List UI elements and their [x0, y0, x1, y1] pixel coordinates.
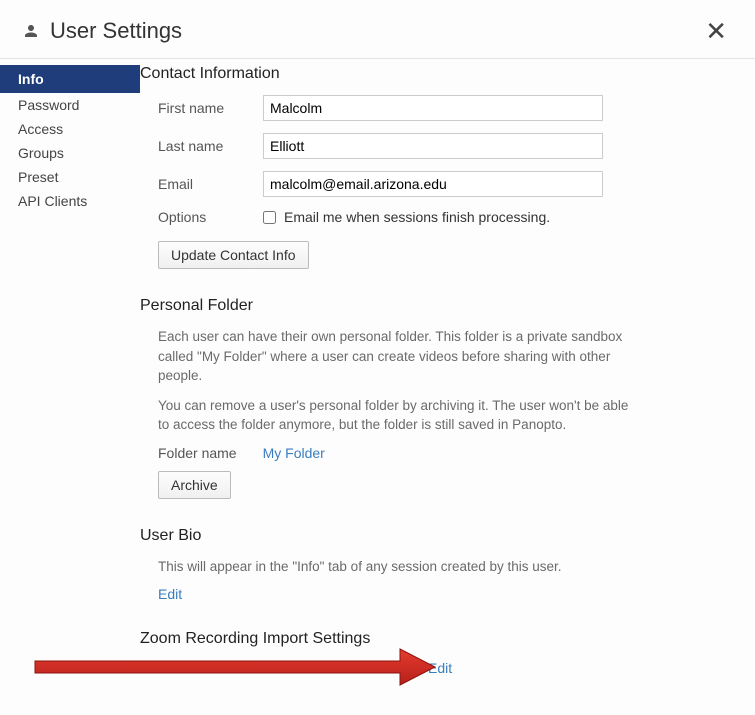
user-bio-edit-link[interactable]: Edit: [158, 586, 182, 602]
zoom-title: Zoom Recording Import Settings: [140, 630, 725, 648]
last-name-label: Last name: [158, 138, 263, 154]
archive-button[interactable]: Archive: [158, 471, 231, 499]
email-label: Email: [158, 176, 263, 192]
header-left: User Settings: [22, 18, 182, 44]
email-input[interactable]: [263, 171, 603, 197]
personal-folder-section: Personal Folder Each user can have their…: [140, 297, 725, 499]
folder-name-link[interactable]: My Folder: [263, 445, 325, 461]
settings-sidebar: Info Password Access Groups Preset API C…: [0, 59, 140, 704]
personal-folder-title: Personal Folder: [140, 297, 725, 315]
dialog-header: User Settings ✕: [0, 0, 755, 58]
sidebar-item-access[interactable]: Access: [0, 117, 140, 141]
personal-folder-desc2: You can remove a user's personal folder …: [158, 396, 638, 435]
email-notify-checkbox[interactable]: [263, 211, 276, 224]
update-contact-button[interactable]: Update Contact Info: [158, 241, 309, 269]
last-name-input[interactable]: [263, 133, 603, 159]
sidebar-item-password[interactable]: Password: [0, 93, 140, 117]
first-name-label: First name: [158, 100, 263, 116]
folder-name-label: Folder name: [158, 445, 237, 461]
user-bio-title: User Bio: [140, 527, 725, 545]
user-icon: [22, 22, 40, 40]
sidebar-item-info[interactable]: Info: [0, 65, 140, 93]
user-bio-section: User Bio This will appear in the "Info" …: [140, 527, 725, 603]
dialog-title: User Settings: [50, 18, 182, 44]
user-bio-desc: This will appear in the "Info" tab of an…: [158, 557, 638, 577]
personal-folder-desc1: Each user can have their own personal fo…: [158, 327, 638, 386]
sidebar-item-preset[interactable]: Preset: [0, 165, 140, 189]
sidebar-item-api-clients[interactable]: API Clients: [0, 189, 140, 213]
options-label: Options: [158, 209, 263, 225]
email-notify-label: Email me when sessions finish processing…: [284, 209, 550, 225]
zoom-section: Zoom Recording Import Settings Edit: [140, 630, 725, 676]
settings-main: Contact Information First name Last name…: [140, 59, 755, 704]
zoom-edit-link[interactable]: Edit: [428, 660, 452, 676]
sidebar-item-groups[interactable]: Groups: [0, 141, 140, 165]
close-icon[interactable]: ✕: [699, 14, 733, 48]
contact-title: Contact Information: [140, 65, 725, 83]
contact-section: Contact Information First name Last name…: [140, 65, 725, 269]
first-name-input[interactable]: [263, 95, 603, 121]
